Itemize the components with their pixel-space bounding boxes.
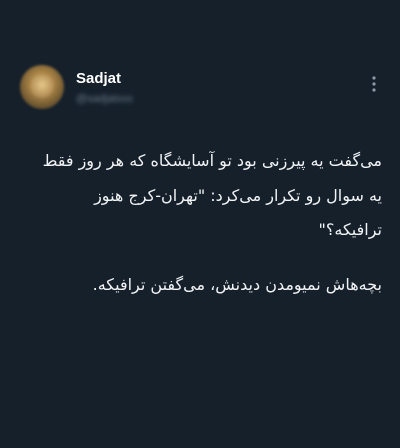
tweet-text-line: می‌گفت یه پیرزنی بود تو آسایشگاه که هر ر… xyxy=(42,151,382,170)
author-handle[interactable]: @sadjatxxx xyxy=(76,92,133,106)
tweet-text-line: بچه‌هاش نمیومدن دیدنش، می‌گفتن ترافیکه. xyxy=(92,275,382,294)
avatar[interactable] xyxy=(20,65,64,109)
tweet-card: Sadjat @sadjatxxx می‌گفت یه پیرزنی بود ت… xyxy=(0,0,400,448)
more-options-button[interactable] xyxy=(362,72,386,96)
more-vertical-icon xyxy=(372,76,376,92)
tweet-text-line: ترافیکه؟" xyxy=(318,220,382,239)
author-display-name[interactable]: Sadjat xyxy=(76,70,121,88)
avatar-image xyxy=(30,74,54,98)
tweet-text-line: یه سوال رو تکرار می‌کرد: "تهران-کرج هنوز xyxy=(94,186,382,205)
